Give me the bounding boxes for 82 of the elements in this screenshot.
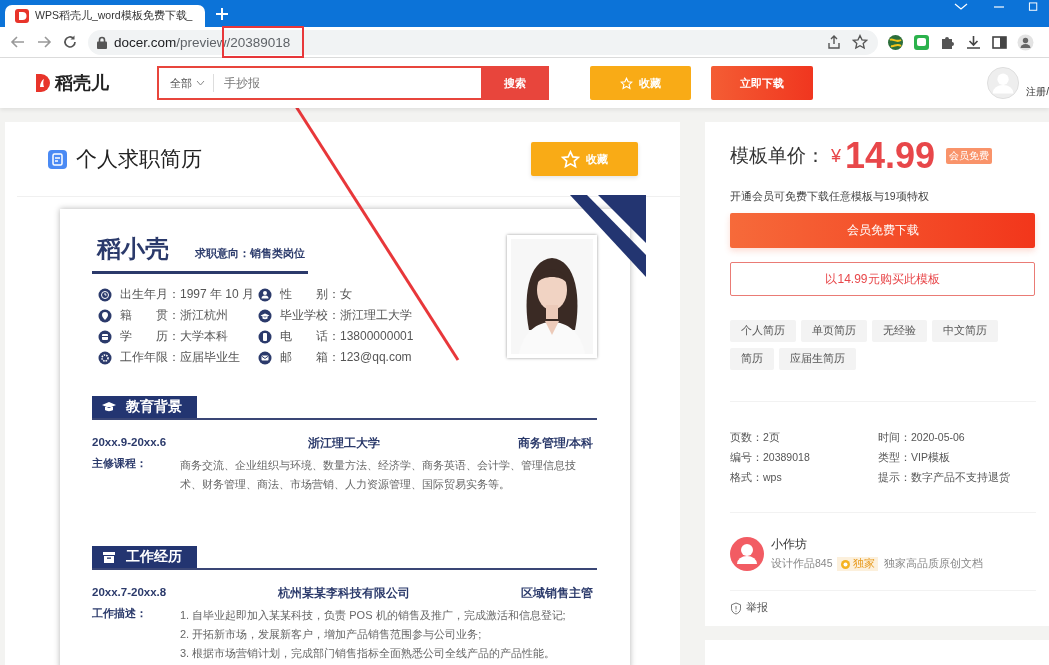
- lock-icon: [96, 35, 108, 49]
- caret-icon[interactable]: [196, 80, 205, 86]
- tag[interactable]: 应届生简历: [779, 348, 856, 370]
- purchase-button[interactable]: 以14.99元购买此模板: [730, 262, 1035, 296]
- price-amount: 14.99: [845, 135, 936, 177]
- duty-text: 3. 根据市场营销计划，完成部门销售指标全面熟悉公司全线产品的产品性能。: [180, 646, 557, 661]
- organization-text: 杭州某某李科技有限公司: [277, 586, 412, 601]
- tag[interactable]: 个人简历: [730, 320, 796, 342]
- site-logo-icon: [15, 9, 29, 23]
- meta-text: 提示：数字产品不支持退货: [878, 471, 1011, 485]
- objective-text: 求职意向：销售类岗位: [195, 246, 305, 261]
- person-icon: [258, 287, 272, 302]
- duty-text: 2. 开拓新市场，发展新客户，增加产品销售范围参与公司业务;: [180, 627, 483, 642]
- sidebar-icon[interactable]: [991, 33, 1008, 51]
- tag[interactable]: 中文简历: [932, 320, 998, 342]
- period-text: 20xx.9-20xx.6: [92, 436, 168, 450]
- meta-text: 时间：2020-05-06: [878, 431, 966, 445]
- shield-icon: [730, 601, 742, 615]
- author-note: 独家高品质原创文档: [883, 557, 983, 571]
- site-name[interactable]: 稻壳儿: [55, 71, 109, 95]
- forward-icon[interactable]: [36, 34, 52, 50]
- info-text: 电 话：13800000001: [280, 328, 414, 345]
- document-icon: [48, 149, 67, 169]
- period-text: 20xx.7-20xx.8: [92, 586, 168, 600]
- meta-text: 编号：20389018: [730, 451, 811, 465]
- organization-text: 浙江理工大学: [307, 436, 382, 451]
- meta-text: 格式：wps: [730, 471, 783, 485]
- phone-icon: [258, 329, 272, 344]
- new-tab-icon[interactable]: [215, 6, 229, 21]
- bookmark-star-icon[interactable]: [852, 34, 868, 50]
- author-avatar-icon[interactable]: [730, 537, 764, 571]
- info-text: 学 历：大学本科: [120, 328, 228, 345]
- role-text: 商务管理/本科: [516, 436, 594, 451]
- archive-box-icon: [101, 549, 117, 565]
- envelope-icon: [258, 350, 272, 365]
- meta-text: 类型：VIP模板: [878, 451, 951, 465]
- info-text: 性 别：女: [280, 286, 352, 303]
- section-heading: 工作经历: [92, 546, 197, 568]
- report-link[interactable]: 举报: [730, 601, 1038, 615]
- search-field[interactable]: 全部 手抄报 搜索: [157, 66, 549, 100]
- tag[interactable]: 单页简历: [801, 320, 867, 342]
- register-link[interactable]: 注册/: [1026, 85, 1049, 99]
- works-count: 设计作品845: [771, 557, 833, 571]
- download-icon[interactable]: [965, 33, 982, 51]
- course-text: 商务交流、企业组织与环境、数量方法、经济学、商务英语、会计学、管理信息技术、财务管理、商法、市场营销、人力资源管理、国际贸易实务等。: [180, 459, 576, 490]
- info-text: 出生年月：1997 年 10 月: [120, 286, 255, 303]
- detail-label: 工作描述：: [92, 606, 148, 621]
- profile-icon[interactable]: [1017, 33, 1034, 51]
- info-text: 工作年限：应届毕业生: [120, 349, 240, 366]
- scope-dropdown[interactable]: 全部: [159, 74, 214, 92]
- section-heading: 教育背景: [92, 396, 197, 418]
- info-text: 毕业学校：浙江理工大学: [280, 307, 412, 324]
- info-text: 籍 贯：浙江杭州: [120, 307, 228, 324]
- price-label: 模板单价：: [730, 144, 825, 168]
- location-pin-icon: [98, 308, 112, 323]
- chat-extension-icon[interactable]: [913, 33, 930, 51]
- membership-note: 开通会员可免费下载任意模板与19项特权: [730, 190, 930, 204]
- document-title: 个人求职简历: [76, 146, 202, 172]
- detail-label: 主修课程：: [92, 456, 148, 471]
- star-icon: [561, 149, 580, 169]
- download-button[interactable]: 立即下载: [711, 66, 814, 100]
- star-icon: [620, 76, 634, 90]
- info-text: 邮 箱：123@qq.com: [280, 349, 412, 366]
- member-download-button[interactable]: 会员免费下载: [730, 213, 1035, 248]
- member-badge: 会员免费: [946, 148, 993, 164]
- globe-extension-icon[interactable]: [887, 33, 904, 51]
- meta-text: 页数：2页: [730, 431, 781, 445]
- clock-icon: [98, 287, 112, 302]
- exclusive-badge: 独家: [836, 557, 878, 571]
- resume-name: 稻小壳: [97, 234, 169, 264]
- role-text: 区域销售主管: [520, 586, 594, 601]
- tag[interactable]: 无经验: [872, 320, 927, 342]
- tag[interactable]: 简历: [730, 348, 774, 370]
- graduation-cap-icon: [258, 308, 272, 323]
- back-icon[interactable]: [10, 34, 26, 50]
- reload-icon[interactable]: [62, 34, 78, 50]
- author-name[interactable]: 小作坊: [771, 537, 983, 552]
- duty-text: 1. 自毕业起即加入某某科技，负责 POS 机的销售及推广，完成激活和信息登记;: [180, 608, 567, 623]
- browser-tab[interactable]: WPS稻壳儿_word模板免费下载_: [5, 5, 205, 27]
- share-icon[interactable]: [826, 34, 842, 50]
- search-button[interactable]: 搜索: [480, 66, 549, 100]
- currency-sign: ¥: [831, 145, 841, 167]
